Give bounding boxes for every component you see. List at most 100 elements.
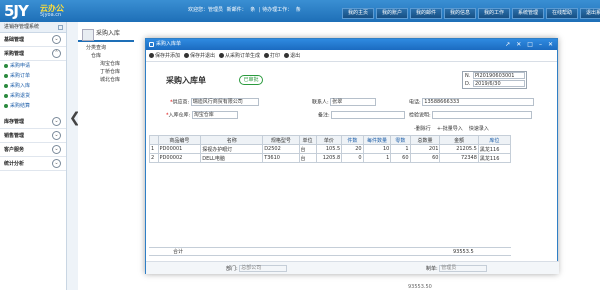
phone-row: 电话: 13588666333 <box>409 98 535 106</box>
toolbar-label: 退出 <box>290 53 301 59</box>
sidebar-section-basic[interactable]: 基础管理 ⌄ <box>0 33 66 47</box>
collapse-circle-icon[interactable]: ⌃ <box>52 49 61 58</box>
welcome-todo-label[interactable]: | 待办理工作： <box>259 7 292 13</box>
sidebar-section-customer[interactable]: 客户服务 ⌄ <box>0 143 66 157</box>
print-button[interactable]: 打印 <box>264 52 280 59</box>
department-row: 部门: 总部公司 <box>226 265 288 272</box>
form-title: 采购入库单 <box>166 76 206 85</box>
exit-button[interactable]: 退出 <box>284 52 300 59</box>
top-header: 5JY 云办公 5jyoa.cn 欢迎您：管理员 新邮件： 条 | 待办理工作：… <box>0 0 600 22</box>
toolbar-label: 保存并添加 <box>155 53 181 59</box>
col-spec: 规格型号 <box>262 135 300 145</box>
nav-home-button[interactable]: 我的主页 <box>342 8 374 19</box>
sidebar-section-label: 统计分析 <box>4 161 25 167</box>
expand-circle-icon[interactable]: ⌄ <box>52 131 61 140</box>
sidebar-section-stats[interactable]: 统计分析 ⌄ <box>0 157 66 171</box>
cell-name[interactable]: 探视办护眼灯 <box>200 144 264 154</box>
sidebar-item-purchase-request[interactable]: 采购申请 <box>0 61 66 71</box>
expand-circle-icon[interactable]: ⌄ <box>52 35 61 44</box>
sidebar-section-label: 基础管理 <box>4 37 25 43</box>
nav-mail-button[interactable]: 我的邮件 <box>410 8 442 19</box>
quick-entry-button[interactable]: 快速录入 <box>469 125 489 132</box>
total-row: 合计 93553.5 <box>149 247 511 256</box>
exit-icon <box>284 53 290 58</box>
cell-price[interactable]: 1205.8 <box>315 153 343 163</box>
cell-price[interactable]: 105.5 <box>315 144 343 154</box>
cell-loose[interactable]: 1 <box>390 144 411 154</box>
cell-pieces[interactable]: 20 <box>341 144 364 154</box>
dropdown-icon[interactable] <box>58 25 63 30</box>
tree-root[interactable]: 分类查询 <box>78 44 136 52</box>
supplier-field[interactable]: 瑞迪风行商贸有限公司 <box>190 98 259 106</box>
save-icon <box>184 53 190 58</box>
supplier-label: 供应商: <box>172 99 190 106</box>
inspection-label: 检验说明: <box>409 112 431 119</box>
sidebar-section-inventory[interactable]: 库存管理 ⌄ <box>0 115 66 129</box>
maker-field: 管理员 <box>439 265 488 272</box>
doc-no-field[interactable]: PI20190603001 <box>473 72 525 79</box>
remark-label: 备注: <box>318 112 330 119</box>
phone-field[interactable]: 13588666333 <box>422 98 535 106</box>
cell-pieces[interactable]: 0 <box>341 153 364 163</box>
inspection-field[interactable] <box>432 111 533 119</box>
cell-location[interactable]: 黑龙116 <box>477 153 512 163</box>
maximize-icon[interactable]: □ <box>527 39 533 50</box>
sidebar-section-sales[interactable]: 销售管理 ⌄ <box>0 129 66 143</box>
cell-name[interactable]: DELL电脑 <box>200 153 264 163</box>
welcome-user: 欢迎您：管理员 <box>188 7 224 13</box>
table-row[interactable]: 2 PD00002 DELL电脑 T3610 台 1205.8 0 1 60 6… <box>149 153 512 163</box>
maker-row: 制单: 管理员 <box>426 265 488 272</box>
nav-logout-button[interactable]: 退出系统 <box>580 8 600 19</box>
save-and-exit-button[interactable]: 保存并退出 <box>184 52 215 59</box>
cell-total-qty: 201 <box>409 144 441 154</box>
cell-per-piece[interactable]: 1 <box>362 153 392 163</box>
sidebar-item-purchase-inbound[interactable]: 采购入库 <box>0 81 66 91</box>
tree-node[interactable]: 丁桥仓库 <box>78 68 136 76</box>
total-value: 93553.5 <box>453 249 474 255</box>
popout-icon[interactable]: ↗ <box>505 39 510 50</box>
generate-from-order-button[interactable]: 从采购订单生成 <box>219 52 260 59</box>
close-icon[interactable]: ✕ <box>548 39 553 50</box>
expand-circle-icon[interactable]: ⌄ <box>52 145 61 154</box>
tree-node[interactable]: 淘宝仓库 <box>78 60 136 68</box>
department-field[interactable]: 总部公司 <box>239 265 288 272</box>
nav-work-button[interactable]: 我的工作 <box>478 8 510 19</box>
pin-icon[interactable]: ✕ <box>516 39 521 50</box>
contact-field[interactable]: 张翠 <box>330 98 377 106</box>
cell-loose[interactable]: 60 <box>390 153 411 163</box>
cell-spec: T3610 <box>262 153 300 163</box>
total-label: 合计 <box>173 249 184 255</box>
sidebar-section-purchase[interactable]: 采购管理 ⌃ <box>0 47 66 61</box>
nav-help-button[interactable]: 在线帮助 <box>546 8 578 19</box>
sidebar-item-purchase-return[interactable]: 采购退货 <box>0 91 66 101</box>
cell-code[interactable]: PD00001 <box>157 144 202 154</box>
tree-node[interactable]: 城北仓库 <box>78 76 136 84</box>
nav-admin-button[interactable]: 系统管理 <box>512 8 544 19</box>
welcome-mail-label[interactable]: 新邮件： <box>227 7 247 13</box>
approved-stamp: 已审批 <box>239 75 263 85</box>
remark-row: 备注: <box>318 111 406 119</box>
remark-field[interactable] <box>331 111 406 119</box>
system-selector[interactable]: 进销存管理系统 <box>0 22 66 33</box>
expand-circle-icon[interactable]: ⌄ <box>52 117 61 126</box>
tab-purchase-inbound[interactable]: 采购入库 <box>78 26 134 42</box>
sidebar-item-purchase-order[interactable]: 采购订单 <box>0 71 66 81</box>
phone-label: 电话: <box>409 99 421 106</box>
batch-import-button[interactable]: +-批量导入 <box>437 125 463 132</box>
doc-date-field[interactable]: 2019/6/30 <box>473 80 525 87</box>
nav-info-button[interactable]: 我的信息 <box>444 8 476 19</box>
expand-circle-icon[interactable]: ⌄ <box>52 159 61 168</box>
cell-per-piece[interactable]: 10 <box>362 144 392 154</box>
cell-location[interactable]: 黑龙116 <box>477 144 512 154</box>
save-and-add-button[interactable]: 保存并添加 <box>149 52 180 59</box>
minimize-icon[interactable]: – <box>539 39 542 50</box>
tree-node-warehouse[interactable]: 仓库 <box>78 52 136 60</box>
delete-row-button[interactable]: -删除行 <box>414 125 431 132</box>
table-row[interactable]: 1 PD00001 探视办护眼灯 D2502 台 105.5 20 10 1 2… <box>149 144 512 154</box>
sidebar: 进销存管理系统 基础管理 ⌄ 采购管理 ⌃ 采购申请 采购订单 采购入库 采购退… <box>0 22 67 290</box>
sidebar-item-purchase-settlement[interactable]: 采购结算 <box>0 101 66 111</box>
nav-account-button[interactable]: 我的账户 <box>376 8 408 19</box>
cell-amount: 72348 <box>439 153 479 163</box>
cell-code[interactable]: PD00002 <box>157 153 202 163</box>
warehouse-select[interactable]: 淘宝仓库 <box>191 111 238 119</box>
